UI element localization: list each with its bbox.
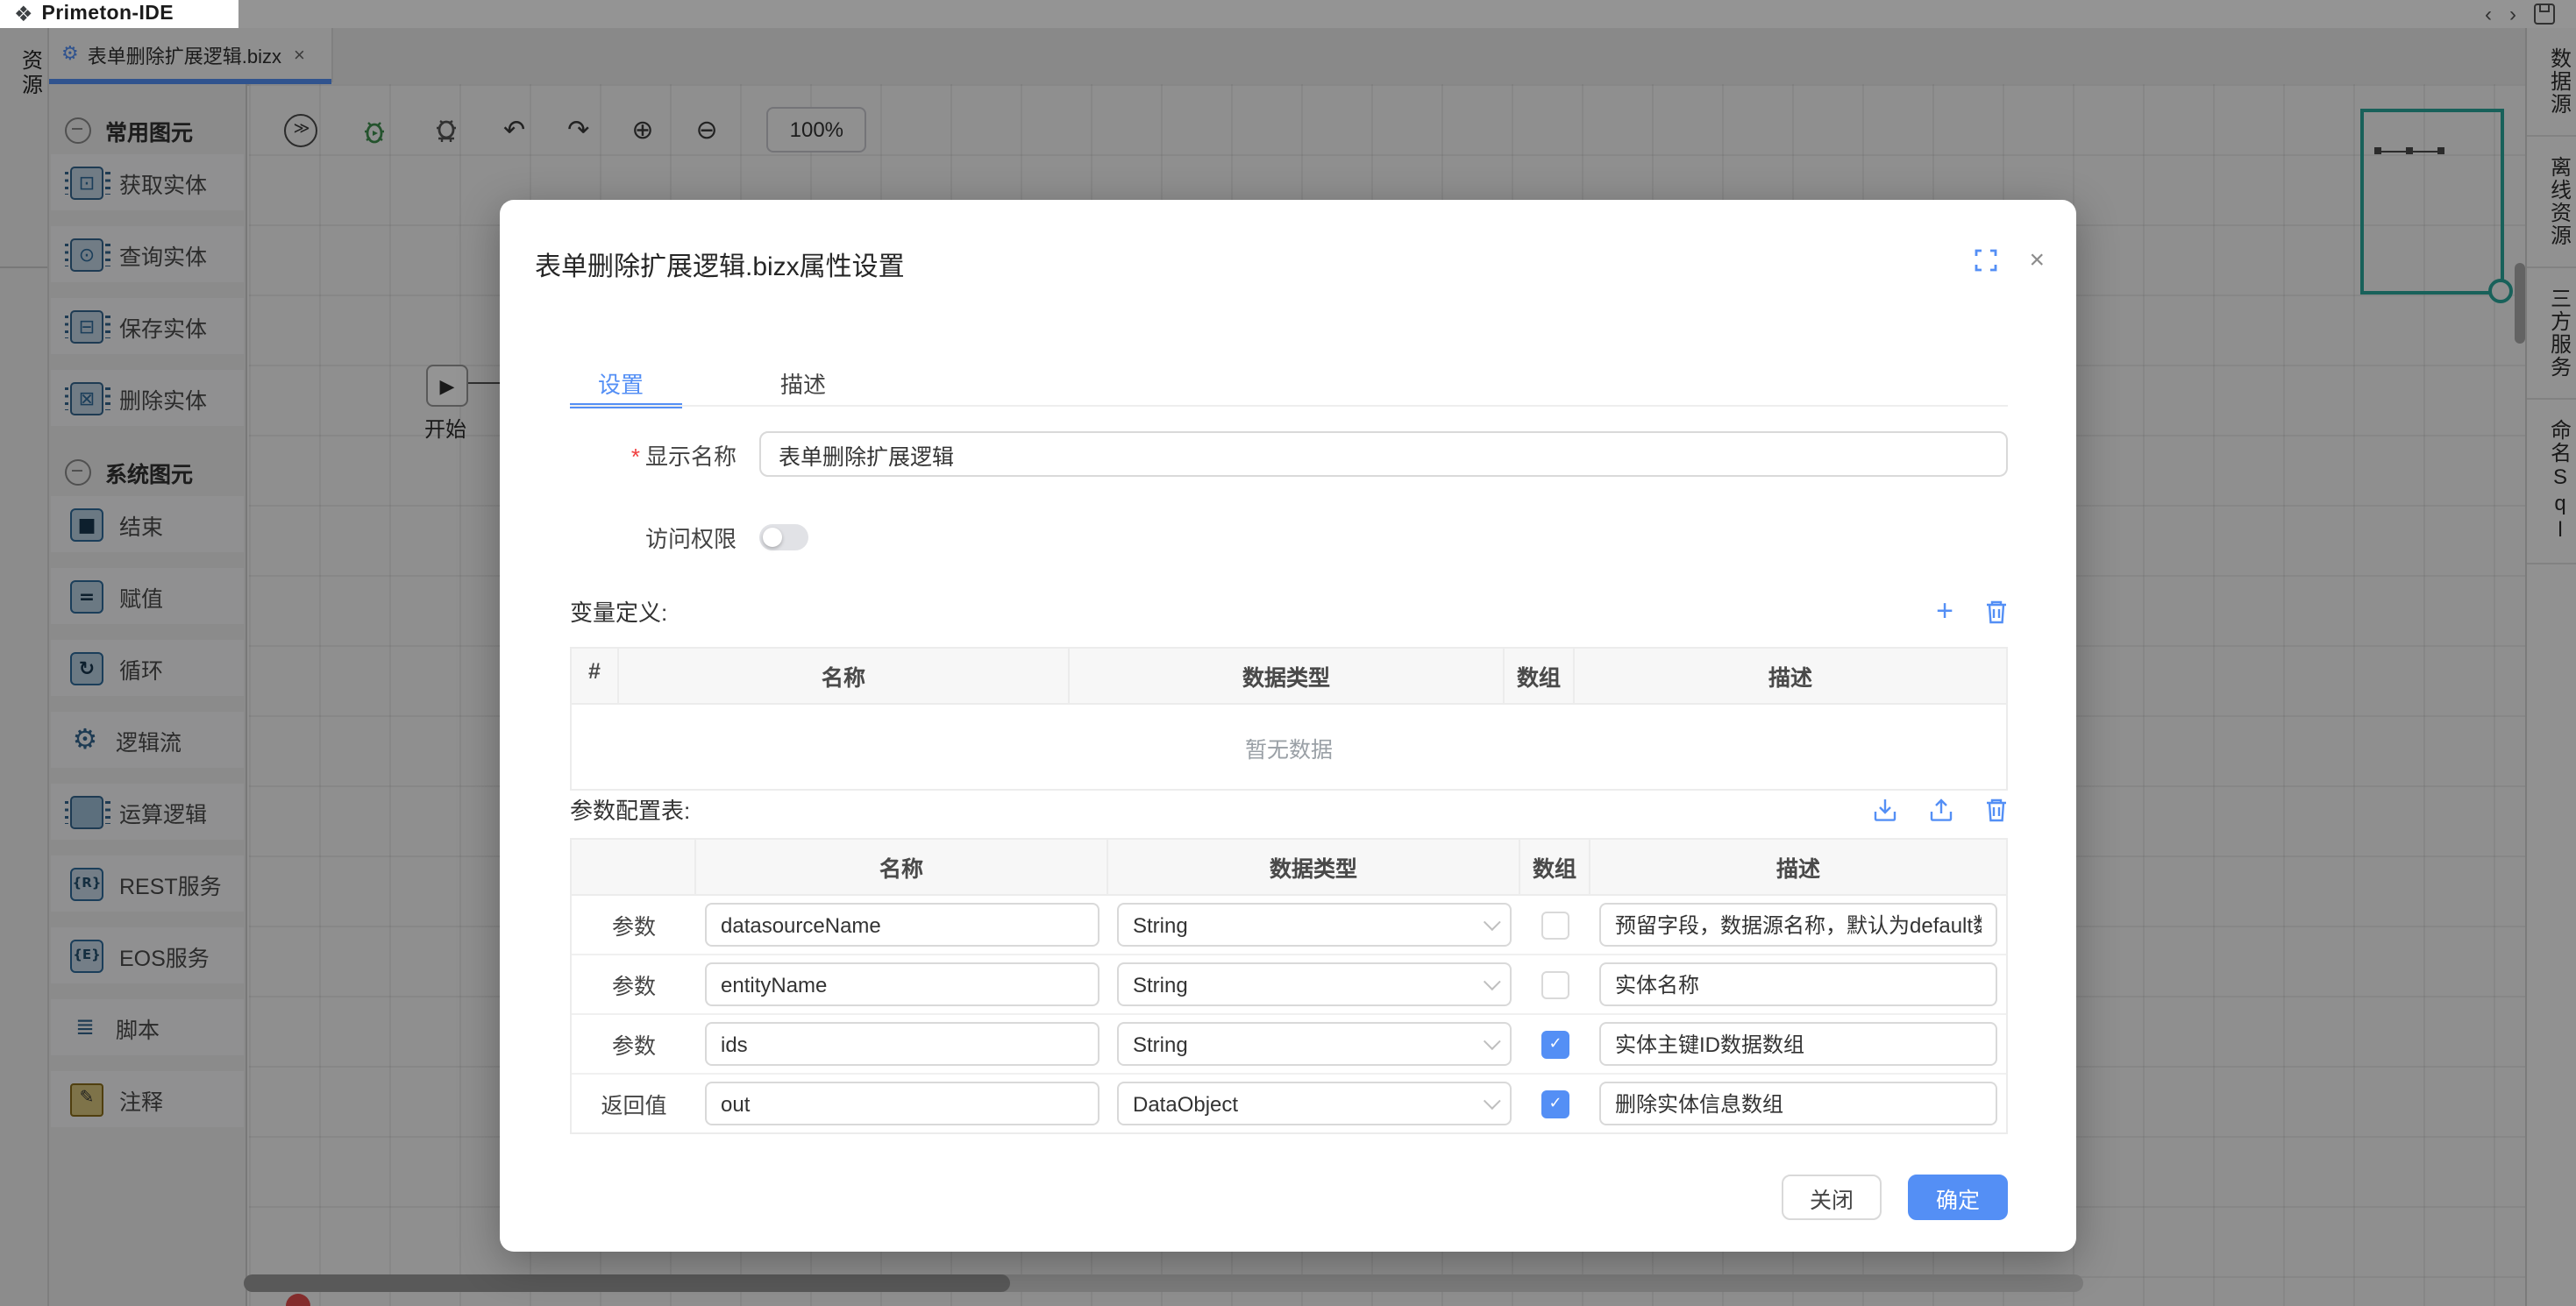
param-desc-input[interactable] bbox=[1599, 1022, 1997, 1066]
param-row: 参数 String bbox=[572, 955, 2006, 1015]
export-params-icon[interactable] bbox=[1929, 797, 1953, 821]
param-desc-input[interactable] bbox=[1599, 1082, 1997, 1125]
variables-section-label: 变量定义: bbox=[570, 594, 667, 628]
app-logo-area: ❖ Primeton-IDE bbox=[0, 0, 238, 28]
param-desc-input[interactable] bbox=[1599, 962, 1997, 1006]
close-button[interactable]: 关闭 bbox=[1782, 1175, 1882, 1220]
param-kind: 参数 bbox=[572, 1015, 696, 1073]
param-type-select[interactable]: DataObject bbox=[1117, 1082, 1512, 1125]
params-section-label: 参数配置表: bbox=[570, 792, 690, 826]
dialog-title: 表单删除扩展逻辑.bizx属性设置 bbox=[535, 247, 905, 284]
param-name-input[interactable] bbox=[705, 1022, 1099, 1066]
properties-dialog: 表单删除扩展逻辑.bizx属性设置 × 设置 描述 *显示名称 访问权限 bbox=[500, 200, 2076, 1252]
app-window: ‹ › ❖ Primeton-IDE ⚙ 表单删除扩展逻辑.bizx × 资源 … bbox=[0, 0, 2576, 1306]
chevron-down-icon bbox=[1484, 913, 1501, 931]
param-type-select[interactable]: String bbox=[1117, 962, 1512, 1006]
tab-description[interactable]: 描述 bbox=[766, 366, 840, 400]
param-row: 参数 String bbox=[572, 896, 2006, 955]
display-name-input[interactable] bbox=[759, 431, 2008, 477]
param-array-checkbox[interactable] bbox=[1541, 1090, 1569, 1118]
empty-placeholder: 暂无数据 bbox=[572, 705, 2006, 789]
param-row: 参数 String bbox=[572, 1015, 2006, 1075]
param-kind: 参数 bbox=[572, 896, 696, 954]
app-logo-icon: ❖ bbox=[14, 4, 33, 25]
display-name-label: *显示名称 bbox=[570, 437, 737, 471]
ok-button[interactable]: 确定 bbox=[1908, 1175, 2008, 1220]
param-kind: 返回值 bbox=[572, 1075, 696, 1132]
param-name-input[interactable] bbox=[705, 903, 1099, 947]
param-kind: 参数 bbox=[572, 955, 696, 1013]
chevron-down-icon bbox=[1484, 973, 1501, 990]
tabs-divider bbox=[570, 405, 2008, 407]
params-table: 名称 数据类型 数组 描述 参数 String 参数 String bbox=[570, 838, 2008, 1134]
import-params-icon[interactable] bbox=[1873, 797, 1897, 821]
param-type-select[interactable]: String bbox=[1117, 903, 1512, 947]
param-name-input[interactable] bbox=[705, 962, 1099, 1006]
param-array-checkbox[interactable] bbox=[1541, 970, 1569, 998]
dialog-tabs: 设置 描述 bbox=[570, 366, 840, 400]
param-array-checkbox[interactable] bbox=[1541, 911, 1569, 939]
delete-param-icon[interactable] bbox=[1985, 797, 2008, 821]
param-name-input[interactable] bbox=[705, 1082, 1099, 1125]
param-array-checkbox[interactable] bbox=[1541, 1030, 1569, 1058]
chevron-down-icon bbox=[1484, 1092, 1501, 1110]
param-desc-input[interactable] bbox=[1599, 903, 1997, 947]
param-type-select[interactable]: String bbox=[1117, 1022, 1512, 1066]
close-icon[interactable]: × bbox=[2029, 247, 2045, 273]
access-permission-label: 访问权限 bbox=[570, 521, 737, 554]
param-row: 返回值 DataObject bbox=[572, 1075, 2006, 1132]
tab-settings[interactable]: 设置 bbox=[584, 366, 658, 400]
add-variable-icon[interactable]: + bbox=[1936, 596, 1953, 626]
app-title: Primeton-IDE bbox=[42, 4, 174, 25]
chevron-down-icon bbox=[1484, 1033, 1501, 1050]
variables-table: # 名称 数据类型 数组 描述 暂无数据 bbox=[570, 647, 2008, 791]
fullscreen-icon[interactable] bbox=[1975, 249, 1997, 272]
delete-variable-icon[interactable] bbox=[1985, 599, 2008, 623]
access-permission-toggle[interactable] bbox=[759, 524, 808, 550]
